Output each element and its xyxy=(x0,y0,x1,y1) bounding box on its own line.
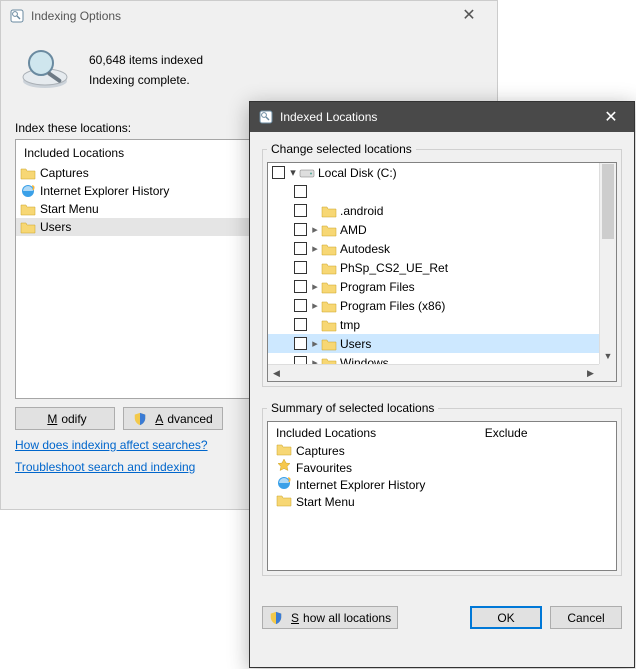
tree-row[interactable] xyxy=(268,182,599,201)
cancel-button[interactable]: Cancel xyxy=(550,606,622,629)
scroll-corner xyxy=(599,364,616,381)
expand-arrow-icon[interactable]: ▸ xyxy=(309,242,321,255)
location-label: Captures xyxy=(40,166,89,180)
scroll-right-button[interactable]: ▶ xyxy=(582,365,599,381)
tree-checkbox[interactable] xyxy=(294,204,307,217)
change-locations-legend: Change selected locations xyxy=(267,142,416,156)
tree-label: AMD xyxy=(340,223,367,237)
tree-label: Users xyxy=(340,337,371,351)
tree-checkbox[interactable] xyxy=(294,280,307,293)
tree-row[interactable]: ▸ AMD xyxy=(268,220,599,239)
expand-arrow-icon[interactable]: ▸ xyxy=(309,223,321,236)
summary-row[interactable]: Captures xyxy=(276,442,469,459)
folder-icon xyxy=(321,279,337,295)
vertical-scrollbar[interactable]: ▲ ▼ xyxy=(599,163,616,364)
summary-label: Favourites xyxy=(296,461,352,475)
tree-row[interactable]: .android xyxy=(268,201,599,220)
tree-label: tmp xyxy=(340,318,360,332)
tree-label: Program Files xyxy=(340,280,415,294)
location-label: Users xyxy=(40,220,71,234)
indexing-icon xyxy=(9,8,25,24)
tree-row[interactable]: PhSp_CS2_UE_Ret xyxy=(268,258,599,277)
expand-arrow-icon[interactable]: ▸ xyxy=(309,299,321,312)
exclude-header: Exclude xyxy=(485,426,528,440)
indexed-locations-window: Indexed Locations ✕ Change selected loca… xyxy=(249,101,635,668)
tree-row[interactable]: ▸ Users xyxy=(268,334,599,353)
locations-tree[interactable]: ▾ Local Disk (C:) .android ▸ AMD ▸ Autodesk PhS… xyxy=(267,162,617,382)
tree-label: Local Disk (C:) xyxy=(318,166,397,180)
tree-checkbox[interactable] xyxy=(294,318,307,331)
expand-arrow-icon[interactable]: ▸ xyxy=(309,337,321,350)
horizontal-scrollbar[interactable]: ◀ ▶ xyxy=(268,364,599,381)
summary-row[interactable]: Favourites xyxy=(276,459,469,476)
folder-icon xyxy=(321,317,337,333)
tree-checkbox[interactable] xyxy=(294,242,307,255)
summary-row[interactable]: Start Menu xyxy=(276,493,469,510)
folder-icon xyxy=(276,492,292,511)
tree-row[interactable]: ▸ Autodesk xyxy=(268,239,599,258)
tree-label: .android xyxy=(340,204,383,218)
items-indexed-text: 60,648 items indexed xyxy=(89,53,203,67)
folder-icon xyxy=(20,219,36,235)
magnifier-icon xyxy=(15,43,75,93)
advanced-button[interactable]: Advanced xyxy=(123,407,223,430)
tree-label: Program Files (x86) xyxy=(340,299,445,313)
spacer-icon xyxy=(321,184,337,200)
included-header: Included Locations xyxy=(276,426,469,440)
tree-row[interactable]: ▸ Program Files (x86) xyxy=(268,296,599,315)
drive-icon xyxy=(299,165,315,181)
folder-icon xyxy=(20,165,36,181)
tree-checkbox[interactable] xyxy=(294,185,307,198)
summary-label: Start Menu xyxy=(296,495,355,509)
expand-arrow-icon[interactable]: ▸ xyxy=(309,280,321,293)
folder-icon xyxy=(321,222,337,238)
indexing-options-titlebar[interactable]: Indexing Options ✕ xyxy=(1,1,497,31)
summary-legend: Summary of selected locations xyxy=(267,401,438,415)
close-button[interactable]: ✕ xyxy=(449,8,489,24)
scroll-down-button[interactable]: ▼ xyxy=(600,347,616,364)
show-all-locations-button[interactable]: Show all locations xyxy=(262,606,398,629)
modify-button[interactable]: Modify xyxy=(15,407,115,430)
summary-group: Summary of selected locations Included L… xyxy=(262,401,622,576)
expand-arrow-icon[interactable]: ▾ xyxy=(287,166,299,179)
scroll-thumb[interactable] xyxy=(602,164,614,239)
summary-list[interactable]: Included Locations Captures Favourites Int… xyxy=(267,421,617,571)
tree-row[interactable]: ▸ Program Files xyxy=(268,277,599,296)
folder-icon xyxy=(321,336,337,352)
indexing-status-text: Indexing complete. xyxy=(89,73,203,87)
folder-icon xyxy=(321,241,337,257)
indexing-options-title: Indexing Options xyxy=(31,9,449,23)
indexed-locations-title: Indexed Locations xyxy=(280,110,588,124)
location-label: Internet Explorer History xyxy=(40,184,169,198)
tree-label: PhSp_CS2_UE_Ret xyxy=(340,261,448,275)
ie-icon xyxy=(20,183,36,199)
change-locations-group: Change selected locations ▾ Local Disk (C… xyxy=(262,142,622,387)
indexing-icon xyxy=(258,109,274,125)
tree-row[interactable]: tmp xyxy=(268,315,599,334)
folder-icon xyxy=(321,260,337,276)
summary-row[interactable]: Internet Explorer History xyxy=(276,476,469,493)
summary-label: Internet Explorer History xyxy=(296,478,425,492)
shield-icon xyxy=(269,611,283,625)
scroll-left-button[interactable]: ◀ xyxy=(268,365,285,381)
tree-checkbox[interactable] xyxy=(294,337,307,350)
close-button[interactable]: ✕ xyxy=(588,102,634,132)
tree-checkbox[interactable] xyxy=(294,261,307,274)
folder-icon xyxy=(321,203,337,219)
tree-label: Autodesk xyxy=(340,242,390,256)
folder-icon xyxy=(20,201,36,217)
location-label: Start Menu xyxy=(40,202,99,216)
tree-row[interactable]: ▾ Local Disk (C:) xyxy=(268,163,599,182)
shield-icon xyxy=(133,412,147,426)
tree-checkbox[interactable] xyxy=(294,299,307,312)
indexed-locations-titlebar[interactable]: Indexed Locations ✕ xyxy=(250,102,634,132)
folder-icon xyxy=(321,298,337,314)
ok-button[interactable]: OK xyxy=(470,606,542,629)
tree-checkbox[interactable] xyxy=(272,166,285,179)
summary-label: Captures xyxy=(296,444,345,458)
tree-checkbox[interactable] xyxy=(294,223,307,236)
